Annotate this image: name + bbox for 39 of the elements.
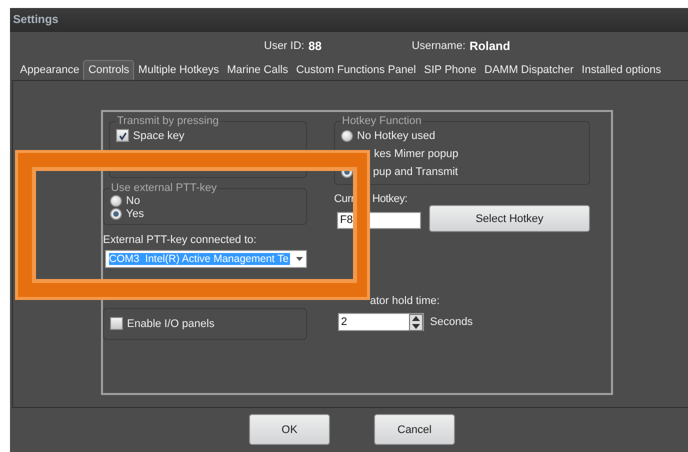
checkbox-label: Enable I/O panels: [127, 318, 214, 330]
radio-label: pup and Transmit: [373, 166, 458, 178]
radio-label: Yes: [126, 208, 144, 220]
field-label: External PTT-key connected to:: [103, 234, 258, 246]
radio-button[interactable]: [110, 208, 122, 220]
username-label: Username:: [412, 40, 466, 52]
tab[interactable]: Marine Calls: [223, 62, 292, 80]
user-id-label: User ID:: [264, 40, 304, 52]
group-title: Use external PTT-key: [110, 182, 218, 194]
caret-icon: [296, 257, 303, 261]
tab[interactable]: Custom Functions Panel: [292, 62, 420, 80]
field-label: ator hold time:: [369, 295, 441, 307]
tab[interactable]: DAMM Dispatcher: [480, 62, 578, 80]
checkbox[interactable]: [116, 129, 129, 142]
radio-button[interactable]: [110, 194, 122, 206]
select-hotkey-button[interactable]: Select Hotkey: [429, 205, 590, 232]
radio-button[interactable]: [341, 130, 353, 142]
radio-label: kes Mimer popup: [374, 148, 458, 160]
field-label: Curr: [334, 193, 354, 205]
hold-time-spinner[interactable]: 2: [338, 313, 424, 331]
tab[interactable]: SIP Phone: [420, 62, 480, 80]
tab[interactable]: Appearance: [16, 62, 84, 80]
radio-label: No Hotkey used: [357, 130, 436, 142]
tab[interactable]: Installed options: [578, 62, 666, 80]
radio-label: No: [126, 194, 140, 206]
group-title: Transmit by pressing: [116, 115, 220, 127]
tab[interactable]: Multiple Hotkeys: [134, 62, 223, 80]
unit-label: Seconds: [430, 316, 473, 328]
window-title: Settings: [13, 14, 58, 26]
username-value: Roland: [470, 39, 510, 53]
checkbox-label: Space key: [133, 130, 184, 142]
dialog-button[interactable]: Cancel: [374, 414, 455, 445]
field-label: Hotkey:: [372, 193, 408, 205]
user-id-value: 88: [308, 39, 322, 53]
dialog-button[interactable]: OK: [249, 414, 330, 445]
checkbox[interactable]: [110, 317, 123, 330]
tab[interactable]: Controls: [83, 60, 134, 80]
spinner-arrows-icon[interactable]: [409, 314, 423, 330]
group-title: Hotkey Function: [341, 115, 422, 127]
